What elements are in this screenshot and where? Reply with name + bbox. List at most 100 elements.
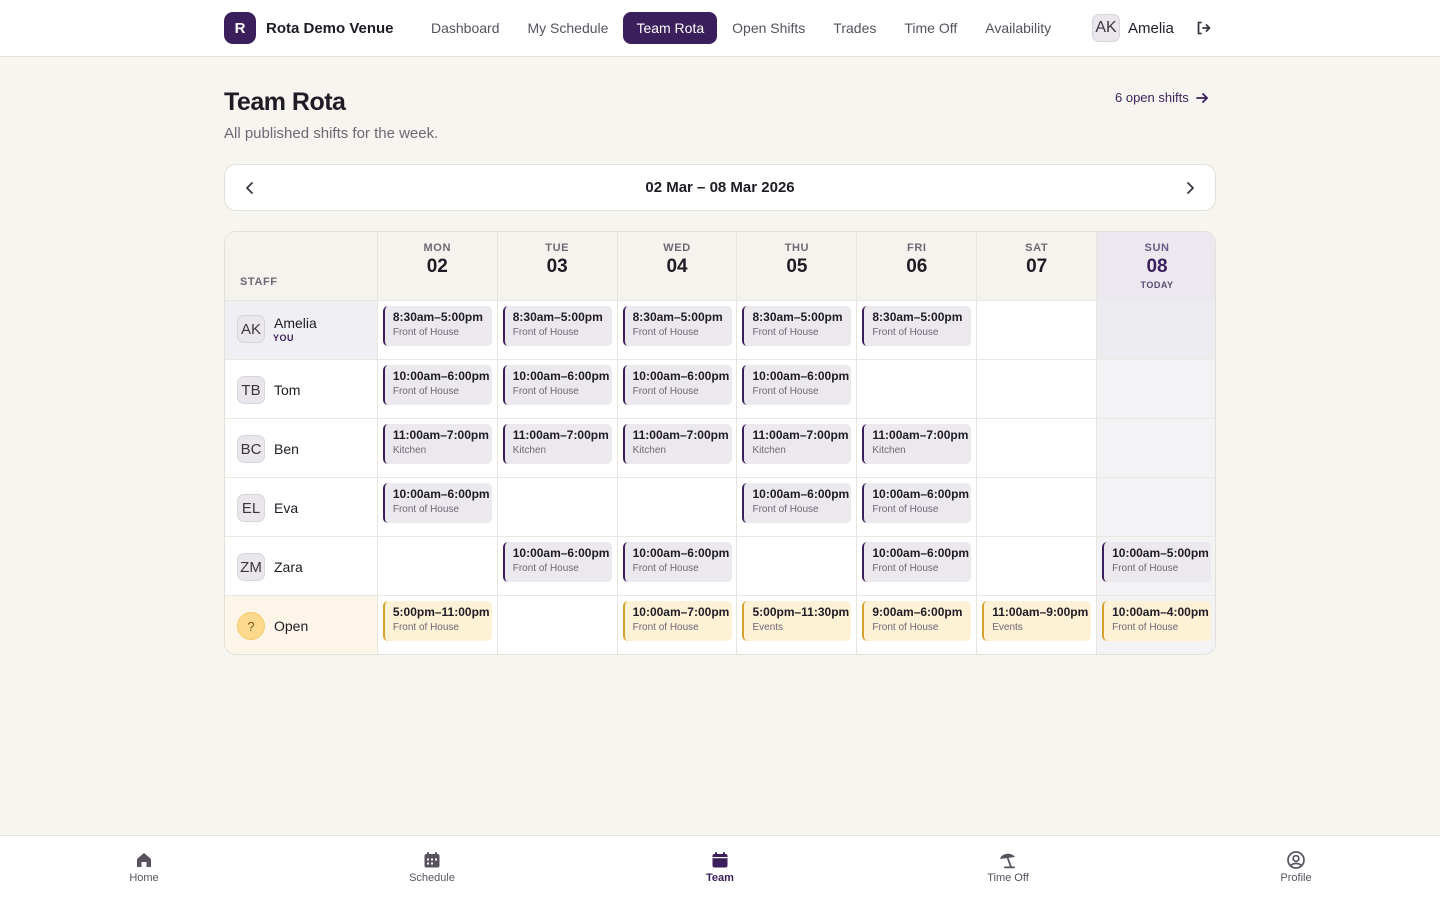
shift-card[interactable]: 10:00am–6:00pm Front of House xyxy=(502,542,612,582)
shift-role: Front of House xyxy=(872,563,939,574)
shift-card[interactable]: 11:00am–7:00pm Kitchen xyxy=(862,424,972,464)
shift-card[interactable]: 8:30am–5:00pm Front of House xyxy=(622,306,732,346)
day-cell: 10:00am–6:00pm Front of House xyxy=(737,478,858,537)
shift-role: Kitchen xyxy=(752,445,786,456)
page-subtitle: All published shifts for the week. xyxy=(224,125,439,142)
open-shifts-link[interactable]: 6 open shifts xyxy=(1115,90,1209,105)
shift-card[interactable]: 10:00am–5:00pm Front of House xyxy=(1102,542,1212,582)
next-week-button[interactable] xyxy=(1180,178,1200,198)
staff-member[interactable]: ? Open xyxy=(237,612,308,640)
nav-team-rota[interactable]: Team Rota xyxy=(623,12,718,44)
tab-schedule[interactable]: Schedule xyxy=(372,850,492,884)
shift-card[interactable]: 8:30am–5:00pm Front of House xyxy=(502,306,612,346)
shift-card[interactable]: 8:30am–5:00pm Front of House xyxy=(742,306,852,346)
shift-role: Front of House xyxy=(512,563,579,574)
shift-time: 10:00am–7:00pm xyxy=(632,605,730,619)
staff-member[interactable]: EL Eva xyxy=(237,494,298,522)
shift-card[interactable]: 10:00am–6:00pm Front of House xyxy=(502,365,612,405)
beach-umbrella-icon xyxy=(998,850,1018,870)
shift-card[interactable]: 10:00am–6:00pm Front of House xyxy=(382,483,492,523)
user-circle-icon xyxy=(1286,850,1306,870)
shift-role: Kitchen xyxy=(872,445,906,456)
grid-header-row: STAFF MON 02 TUE 03 WED 04 THU 05 FRI 06… xyxy=(225,232,1215,301)
open-shift-card[interactable]: 10:00am–4:00pm Front of House xyxy=(1102,601,1212,641)
open-shift-card[interactable]: 10:00am–7:00pm Front of House xyxy=(622,601,732,641)
shift-card[interactable]: 8:30am–5:00pm Front of House xyxy=(382,306,492,346)
staff-member[interactable]: TB Tom xyxy=(237,376,300,404)
today-label: TODAY xyxy=(1140,280,1174,290)
tab-label: Profile xyxy=(1280,872,1312,884)
main-nav: Dashboard My Schedule Team Rota Open Shi… xyxy=(418,12,1064,44)
shift-card[interactable]: 11:00am–7:00pm Kitchen xyxy=(502,424,612,464)
nav-time-off[interactable]: Time Off xyxy=(891,12,970,44)
staff-row: AK Amelia YOU 8:30am–5:00pm Front of House 8:… xyxy=(225,301,1215,360)
staff-row: BC Ben 11:00am–7:00pm Kitchen 11:00am–7:00pm… xyxy=(225,419,1215,478)
shift-card[interactable]: 10:00am–6:00pm Front of House xyxy=(862,542,972,582)
shift-time: 10:00am–6:00pm xyxy=(512,369,610,383)
shift-card[interactable]: 10:00am–6:00pm Front of House xyxy=(862,483,972,523)
day-cell: 11:00am–7:00pm Kitchen xyxy=(377,419,498,478)
shift-time: 10:00am–6:00pm xyxy=(632,369,730,383)
shift-card[interactable]: 10:00am–6:00pm Front of House xyxy=(742,365,852,405)
tab-home[interactable]: Home xyxy=(84,850,204,884)
open-shift-card[interactable]: 5:00pm–11:30pm Events xyxy=(742,601,852,641)
shift-card[interactable]: 11:00am–7:00pm Kitchen xyxy=(382,424,492,464)
tab-team[interactable]: Team xyxy=(660,850,780,884)
shift-time: 5:00pm–11:00pm xyxy=(392,605,490,619)
day-cell: 8:30am–5:00pm Front of House xyxy=(377,301,498,360)
day-header-sat: SAT 07 xyxy=(977,232,1098,301)
day-cell: 11:00am–7:00pm Kitchen xyxy=(497,419,618,478)
tab-time-off[interactable]: Time Off xyxy=(948,850,1068,884)
user-menu: AK Amelia xyxy=(1092,14,1212,42)
nav-my-schedule[interactable]: My Schedule xyxy=(515,12,622,44)
brand[interactable]: R Rota Demo Venue xyxy=(224,12,394,44)
shift-card[interactable]: 11:00am–7:00pm Kitchen xyxy=(622,424,732,464)
nav-open-shifts[interactable]: Open Shifts xyxy=(719,12,818,44)
staff-name: Tom xyxy=(274,382,301,398)
day-of-week: MON xyxy=(423,242,452,254)
day-cell xyxy=(617,478,738,537)
shift-card[interactable]: 10:00am–6:00pm Front of House xyxy=(382,365,492,405)
day-header-thu: THU 05 xyxy=(737,232,858,301)
avatar: BC xyxy=(237,435,265,463)
shift-time: 10:00am–6:00pm xyxy=(392,487,490,501)
day-cell: 11:00am–7:00pm Kitchen xyxy=(617,419,738,478)
open-shift-card[interactable]: 9:00am–6:00pm Front of House xyxy=(862,601,972,641)
shift-card[interactable]: 10:00am–6:00pm Front of House xyxy=(742,483,852,523)
logout-icon[interactable] xyxy=(1194,19,1212,37)
staff-member[interactable]: AK Amelia YOU xyxy=(237,315,317,343)
arrow-right-icon xyxy=(1195,92,1208,103)
day-cell: 10:00am–6:00pm Front of House xyxy=(617,360,738,419)
shift-card[interactable]: 10:00am–6:00pm Front of House xyxy=(622,365,732,405)
shift-role: Events xyxy=(992,622,1023,633)
avatar: AK xyxy=(237,315,265,343)
open-shift-card[interactable]: 5:00pm–11:00pm Front of House xyxy=(382,601,492,641)
tab-profile[interactable]: Profile xyxy=(1236,850,1356,884)
nav-availability[interactable]: Availability xyxy=(972,12,1064,44)
shift-card[interactable]: 10:00am–6:00pm Front of House xyxy=(622,542,732,582)
day-header-wed: WED 04 xyxy=(617,232,738,301)
avatar[interactable]: AK xyxy=(1092,14,1120,42)
staff-name: Ben xyxy=(274,441,299,457)
day-cell xyxy=(1097,419,1215,478)
open-shift-card[interactable]: 11:00am–9:00pm Events xyxy=(982,601,1092,641)
shift-role: Front of House xyxy=(392,386,459,397)
staff-cell: EL Eva xyxy=(225,478,378,537)
staff-member[interactable]: BC Ben xyxy=(237,435,299,463)
staff-member[interactable]: ZM Zara xyxy=(237,553,303,581)
open-shifts-row: ? Open 5:00pm–11:00pm Front of House 10:00am… xyxy=(225,596,1215,654)
day-cell: 10:00am–6:00pm Front of House xyxy=(857,478,978,537)
staff-header-label: STAFF xyxy=(240,276,278,288)
staff-column-header: STAFF xyxy=(225,232,378,301)
staff-cell: TB Tom xyxy=(225,360,378,419)
day-of-week: TUE xyxy=(545,242,570,254)
nav-dashboard[interactable]: Dashboard xyxy=(418,12,513,44)
shift-card[interactable]: 11:00am–7:00pm Kitchen xyxy=(742,424,852,464)
shift-card[interactable]: 8:30am–5:00pm Front of House xyxy=(862,306,972,346)
day-cell: 8:30am–5:00pm Front of House xyxy=(737,301,858,360)
avatar: TB xyxy=(237,376,265,404)
staff-cell: ZM Zara xyxy=(225,537,378,596)
nav-trades[interactable]: Trades xyxy=(820,12,889,44)
day-cell xyxy=(857,360,978,419)
staff-cell: ? Open xyxy=(225,596,378,654)
